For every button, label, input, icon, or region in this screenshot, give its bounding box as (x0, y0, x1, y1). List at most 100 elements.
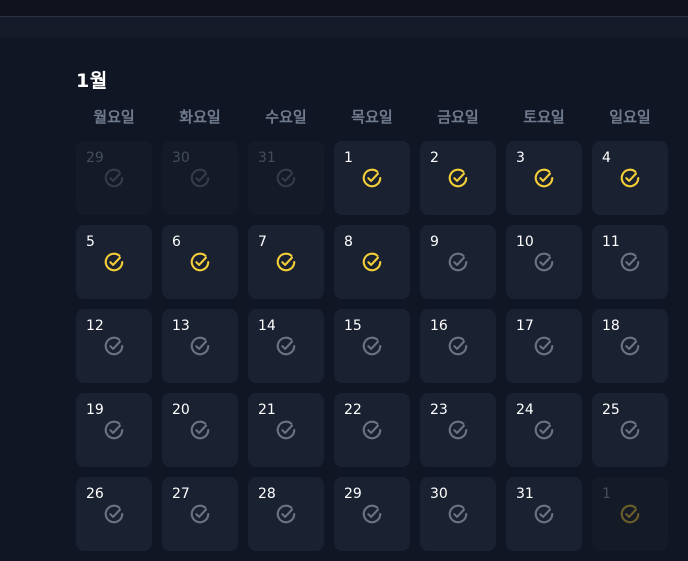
day-cell[interactable]: 1 (592, 477, 668, 551)
day-number: 7 (258, 234, 267, 250)
weekday-fri: 금요일 (437, 108, 479, 126)
check-circle-icon (620, 252, 640, 272)
day-number: 29 (344, 486, 362, 502)
check-circle-icon (104, 504, 124, 524)
weekday-sat: 토요일 (523, 108, 565, 126)
check-circle-icon (534, 336, 554, 356)
day-number: 14 (258, 318, 276, 334)
check-circle-filled-icon (620, 168, 640, 188)
weekday-tue: 화요일 (179, 108, 221, 126)
day-number: 2 (430, 150, 439, 166)
check-circle-icon (276, 168, 296, 188)
day-number: 29 (86, 150, 104, 166)
day-number: 22 (344, 402, 362, 418)
day-number: 30 (430, 486, 448, 502)
day-cell[interactable]: 30 (162, 141, 238, 215)
day-number: 23 (430, 402, 448, 418)
check-circle-icon (534, 504, 554, 524)
weekday-mon: 월요일 (93, 108, 135, 126)
day-number: 10 (516, 234, 534, 250)
day-cell[interactable]: 27 (162, 477, 238, 551)
day-number: 21 (258, 402, 276, 418)
check-circle-icon (448, 252, 468, 272)
day-cell[interactable]: 7 (248, 225, 324, 299)
day-cell[interactable]: 1 (334, 141, 410, 215)
weekday-header: 월요일 화요일 수요일 목요일 금요일 토요일 일요일 (76, 106, 676, 128)
day-cell[interactable]: 21 (248, 393, 324, 467)
check-circle-filled-icon (362, 168, 382, 188)
day-cell[interactable]: 28 (248, 477, 324, 551)
check-circle-icon (190, 336, 210, 356)
day-number: 13 (172, 318, 190, 334)
check-circle-icon (620, 336, 640, 356)
weekday-thu: 목요일 (351, 108, 393, 126)
top-bar (0, 0, 688, 17)
day-cell[interactable]: 26 (76, 477, 152, 551)
day-cell[interactable]: 6 (162, 225, 238, 299)
weekday-sun: 일요일 (609, 108, 651, 126)
day-cell[interactable]: 2 (420, 141, 496, 215)
day-cell[interactable]: 10 (506, 225, 582, 299)
day-cell[interactable]: 8 (334, 225, 410, 299)
day-number: 31 (258, 150, 276, 166)
check-circle-icon (362, 336, 382, 356)
day-cell[interactable]: 12 (76, 309, 152, 383)
day-number: 5 (86, 234, 95, 250)
day-number: 3 (516, 150, 525, 166)
day-number: 12 (86, 318, 104, 334)
day-cell[interactable]: 24 (506, 393, 582, 467)
check-circle-icon (190, 420, 210, 440)
check-circle-icon (104, 168, 124, 188)
day-cell[interactable]: 11 (592, 225, 668, 299)
check-circle-icon (362, 504, 382, 524)
day-cell[interactable]: 23 (420, 393, 496, 467)
check-circle-icon (104, 420, 124, 440)
day-cell[interactable]: 20 (162, 393, 238, 467)
check-circle-icon (276, 420, 296, 440)
day-number: 28 (258, 486, 276, 502)
day-number: 31 (516, 486, 534, 502)
day-number: 16 (430, 318, 448, 334)
day-cell[interactable]: 14 (248, 309, 324, 383)
day-cell[interactable]: 31 (248, 141, 324, 215)
day-cell[interactable]: 9 (420, 225, 496, 299)
day-cell[interactable]: 3 (506, 141, 582, 215)
day-number: 9 (430, 234, 439, 250)
day-cell[interactable]: 4 (592, 141, 668, 215)
day-number: 27 (172, 486, 190, 502)
day-cell[interactable]: 29 (76, 141, 152, 215)
day-cell[interactable]: 15 (334, 309, 410, 383)
day-number: 24 (516, 402, 534, 418)
day-cell[interactable]: 17 (506, 309, 582, 383)
day-number: 25 (602, 402, 620, 418)
day-cell[interactable]: 29 (334, 477, 410, 551)
day-cell[interactable]: 13 (162, 309, 238, 383)
check-circle-icon (190, 168, 210, 188)
day-number: 17 (516, 318, 534, 334)
check-circle-filled-icon (620, 504, 640, 524)
month-title: 1월 (76, 70, 108, 92)
check-circle-icon (448, 504, 468, 524)
day-number: 18 (602, 318, 620, 334)
day-cell[interactable]: 31 (506, 477, 582, 551)
check-circle-filled-icon (362, 252, 382, 272)
check-circle-icon (190, 504, 210, 524)
day-cell[interactable]: 5 (76, 225, 152, 299)
day-cell[interactable]: 30 (420, 477, 496, 551)
day-cell[interactable]: 16 (420, 309, 496, 383)
check-circle-filled-icon (190, 252, 210, 272)
weekday-wed: 수요일 (265, 108, 307, 126)
day-number: 11 (602, 234, 620, 250)
check-circle-icon (448, 336, 468, 356)
day-cell[interactable]: 22 (334, 393, 410, 467)
day-number: 19 (86, 402, 104, 418)
day-cell[interactable]: 18 (592, 309, 668, 383)
day-number: 1 (602, 486, 611, 502)
day-cell[interactable]: 19 (76, 393, 152, 467)
day-cell[interactable]: 25 (592, 393, 668, 467)
day-number: 20 (172, 402, 190, 418)
day-number: 26 (86, 486, 104, 502)
check-circle-icon (362, 420, 382, 440)
day-number: 8 (344, 234, 353, 250)
check-circle-icon (104, 336, 124, 356)
